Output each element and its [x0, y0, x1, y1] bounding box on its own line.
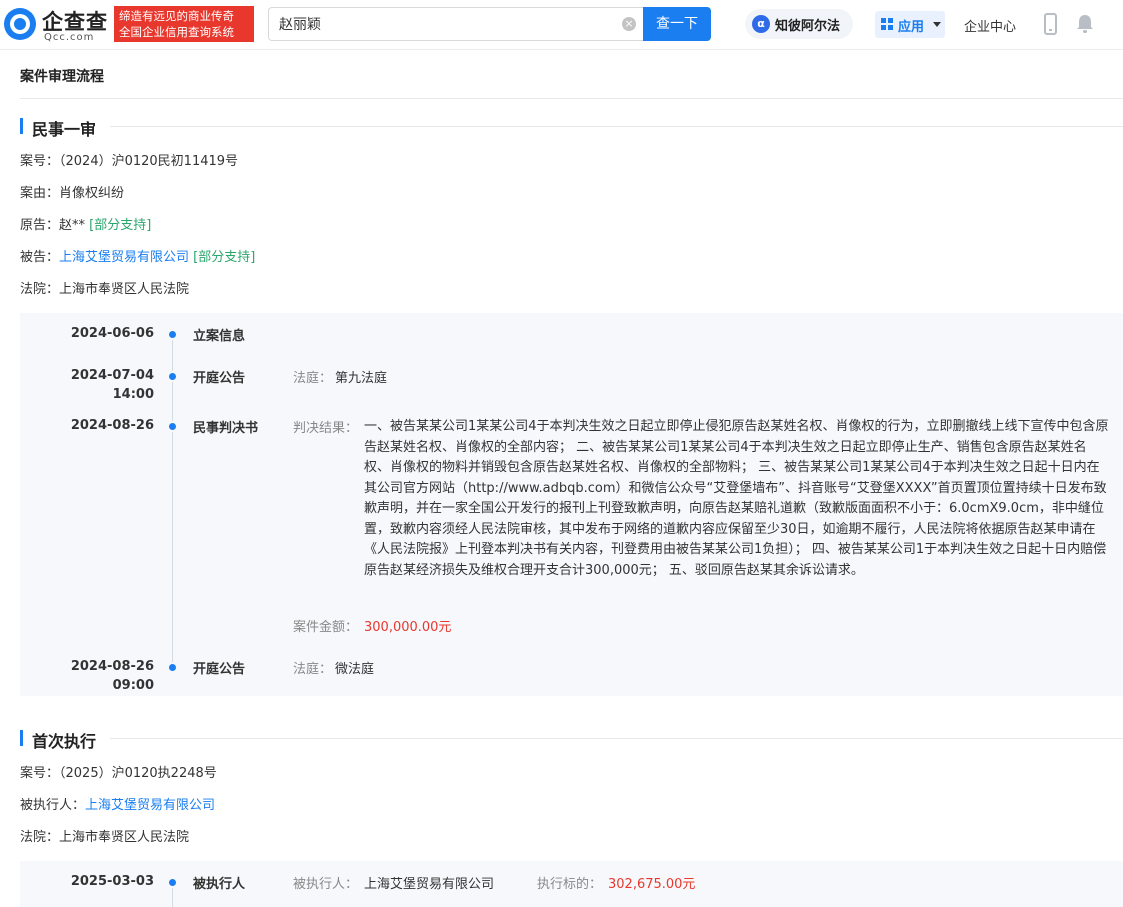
defendant-company-link[interactable]: 上海艾堡贸易有限公司: [59, 250, 189, 265]
judgment-result-label: 判决结果：: [293, 421, 359, 436]
plaintiff-result-tag: [部分支持]: [89, 218, 152, 233]
court-value: 上海市奉贤区人民法院: [59, 830, 190, 845]
plaintiff-label: 原告：: [20, 218, 60, 233]
first-instance-timeline: 2024-06-06 立案信息 2024-07-04 14:00 开庭公告 法庭…: [20, 313, 1123, 696]
timeline-date: 2024-06-06: [70, 326, 154, 341]
section-accent-bar: [20, 118, 23, 134]
timeline-line: [172, 335, 173, 667]
timeline-dot-icon: [169, 423, 176, 430]
alpha-button[interactable]: α 知彼阿尔法: [745, 9, 853, 39]
case-number-field: 案号：（2024）沪0120民初11419号: [20, 150, 238, 169]
timeline-dot-icon: [169, 879, 176, 886]
section-divider: [110, 738, 1123, 739]
timeline-dot-icon: [169, 664, 176, 671]
search-box: ×: [268, 7, 644, 41]
defendant-result-tag: [部分支持]: [193, 250, 256, 265]
section-accent-bar: [20, 730, 23, 746]
case-cause-field: 案由：肖像权纠纷: [20, 182, 124, 201]
timeline-dot-icon: [169, 331, 176, 338]
first-execution-timeline: 2025-03-03 被执行人 被执行人： 上海艾堡贸易有限公司 执行标的： 3…: [20, 861, 1123, 907]
timeline-event: 民事判决书: [193, 421, 259, 436]
court-room-label: 法庭：: [293, 662, 333, 677]
slogan-line-2: 全国企业信用查询系统: [119, 25, 234, 39]
executed-party-label: 被执行人：: [293, 877, 359, 892]
case-number-value: （2025）沪0120执2248号: [59, 766, 217, 781]
section-title: 首次执行: [32, 732, 97, 751]
executed-party-field: 被执行人：上海艾堡贸易有限公司: [20, 794, 215, 813]
clear-icon[interactable]: ×: [622, 17, 636, 31]
page-divider: [20, 98, 1123, 99]
section-title: 民事一审: [32, 120, 97, 139]
case-cause-value: 肖像权纠纷: [59, 186, 125, 201]
search-button[interactable]: 查一下: [643, 7, 711, 41]
timeline-dot-icon: [169, 373, 176, 380]
case-cause-label: 案由：: [20, 186, 60, 201]
timeline-event: 立案信息: [193, 329, 246, 344]
page-title: 案件审理流程: [20, 69, 104, 85]
case-number-label: 案号：: [20, 154, 60, 169]
execution-case-number-field: 案号：（2025）沪0120执2248号: [20, 762, 217, 781]
executed-party-link[interactable]: 上海艾堡贸易有限公司: [85, 798, 215, 813]
defendant-label: 被告：: [20, 250, 60, 265]
bell-icon[interactable]: [1075, 13, 1095, 35]
timeline-date: 2024-07-04: [70, 368, 154, 383]
case-number-label: 案号：: [20, 766, 60, 781]
timeline-date: 2025-03-03: [70, 874, 154, 889]
section-divider: [110, 126, 1123, 127]
executed-party-link[interactable]: 上海艾堡贸易有限公司: [364, 873, 494, 892]
caret-down-icon: [933, 22, 941, 27]
qcc-logo[interactable]: 企查查 Qcc.com: [4, 6, 112, 44]
plaintiff-field: 原告：赵** [部分支持]: [20, 214, 151, 233]
plaintiff-value: 赵**: [59, 218, 86, 233]
timeline-event: 被执行人: [193, 877, 246, 892]
court-room-value: 第九法庭: [335, 371, 388, 386]
court-room-label: 法庭：: [293, 371, 333, 386]
timeline-event: 开庭公告: [193, 662, 246, 677]
slogan-banner: 缔造有远见的商业传奇 全国企业信用查询系统: [114, 6, 254, 42]
qcc-logo-icon: [4, 8, 36, 40]
execution-target-value: 302,675.00元: [608, 877, 696, 892]
execution-court-field: 法院：上海市奉贤区人民法院: [20, 826, 189, 845]
phone-icon[interactable]: [1044, 13, 1057, 35]
court-field: 法院：上海市奉贤区人民法院: [20, 278, 189, 297]
execution-target-label: 执行标的：: [537, 877, 603, 892]
apps-grid-icon: [881, 18, 894, 31]
top-header: 企查查 Qcc.com 缔造有远见的商业传奇 全国企业信用查询系统 × 查一下 …: [0, 0, 1123, 50]
timeline-line: [172, 883, 173, 907]
search-input[interactable]: [279, 8, 609, 40]
timeline-date: 2024-08-26: [70, 418, 154, 433]
timeline-event: 开庭公告: [193, 371, 246, 386]
enterprise-center-link[interactable]: 企业中心: [964, 16, 1016, 35]
alpha-label: 知彼阿尔法: [775, 19, 841, 34]
timeline-date: 2024-08-26: [70, 659, 154, 674]
case-amount-label: 案件金额：: [293, 620, 359, 635]
defendant-field: 被告：上海艾堡贸易有限公司 [部分支持]: [20, 246, 255, 265]
judgment-result-text: 一、被告某某公司1某某公司4于本判决生效之日起立即停止侵犯原告赵某姓名权、肖像权…: [364, 419, 1109, 578]
court-label: 法院：: [20, 282, 60, 297]
court-value: 上海市奉贤区人民法院: [59, 282, 190, 297]
court-room-value: 微法庭: [335, 662, 375, 677]
court-label: 法院：: [20, 830, 60, 845]
executed-party-label: 被执行人：: [20, 798, 86, 813]
timeline-time: 09:00: [112, 678, 154, 693]
timeline-time: 14:00: [112, 387, 154, 402]
apps-menu-button[interactable]: 应用: [875, 11, 945, 38]
case-amount-value: 300,000.00元: [364, 620, 452, 635]
slogan-line-1: 缔造有远见的商业传奇: [119, 9, 234, 23]
case-number-value: （2024）沪0120民初11419号: [59, 154, 239, 169]
logo-domain: Qcc.com: [44, 32, 95, 43]
alpha-icon: α: [752, 15, 770, 33]
apps-label: 应用: [898, 20, 925, 35]
